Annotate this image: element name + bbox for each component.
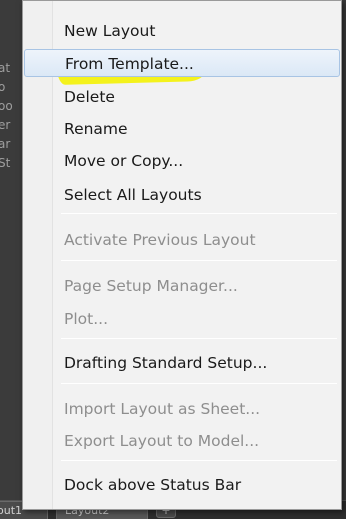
palette-label: o: [0, 80, 6, 94]
menu-item-new-layout[interactable]: New Layout: [24, 17, 340, 45]
menu-item-delete[interactable]: Delete: [24, 83, 340, 111]
menu-item-label: Drafting Standard Setup...: [64, 354, 268, 372]
palette-label: er: [0, 118, 11, 132]
menu-item-label: Delete: [64, 88, 115, 106]
autocad-workspace: avout123 at o oo er ar St out1 Layout2 +…: [0, 0, 346, 519]
menu-item-page-setup-manager: Page Setup Manager...: [24, 272, 340, 300]
menu-item-label: Page Setup Manager...: [64, 277, 238, 295]
menu-item-export-layout-to-model: Export Layout to Model...: [24, 427, 340, 455]
menu-item-label: From Template...: [65, 55, 194, 73]
menu-item-label: Move or Copy...: [64, 152, 184, 170]
background-palette-labels: at o oo er ar St: [0, 58, 18, 172]
menu-separator: [61, 338, 337, 339]
menu-item-move-or-copy[interactable]: Move or Copy...: [24, 147, 340, 175]
palette-label: St: [0, 156, 11, 170]
menu-item-label: Dock above Status Bar: [64, 476, 242, 494]
menu-separator: [61, 383, 337, 384]
menu-separator: [61, 460, 337, 461]
menu-item-activate-previous-layout: Activate Previous Layout: [24, 226, 340, 254]
palette-label: at: [0, 61, 11, 75]
menu-item-drafting-standard-setup[interactable]: Drafting Standard Setup...: [24, 349, 340, 377]
menu-separator: [61, 260, 337, 261]
layout-context-menu: New Layout From Template... Delete Renam…: [22, 0, 342, 510]
menu-item-label: Activate Previous Layout: [64, 231, 256, 249]
menu-item-plot: Plot...: [24, 305, 340, 333]
menu-item-label: Plot...: [64, 310, 108, 328]
menu-item-label: Select All Layouts: [64, 186, 202, 204]
menu-item-rename[interactable]: Rename: [24, 115, 340, 143]
menu-item-label: Export Layout to Model...: [64, 432, 260, 450]
menu-item-from-template[interactable]: From Template...: [24, 49, 340, 77]
menu-separator: [61, 213, 337, 214]
menu-item-label: Rename: [64, 120, 128, 138]
menu-item-label: New Layout: [64, 22, 156, 40]
palette-label: oo: [0, 99, 13, 113]
menu-item-label: Import Layout as Sheet...: [64, 400, 261, 418]
menu-item-select-all-layouts[interactable]: Select All Layouts: [24, 181, 340, 209]
menu-item-import-layout-as-sheet: Import Layout as Sheet...: [24, 395, 340, 423]
menu-item-dock-above-status-bar[interactable]: Dock above Status Bar: [24, 471, 340, 499]
palette-label: ar: [0, 137, 11, 151]
